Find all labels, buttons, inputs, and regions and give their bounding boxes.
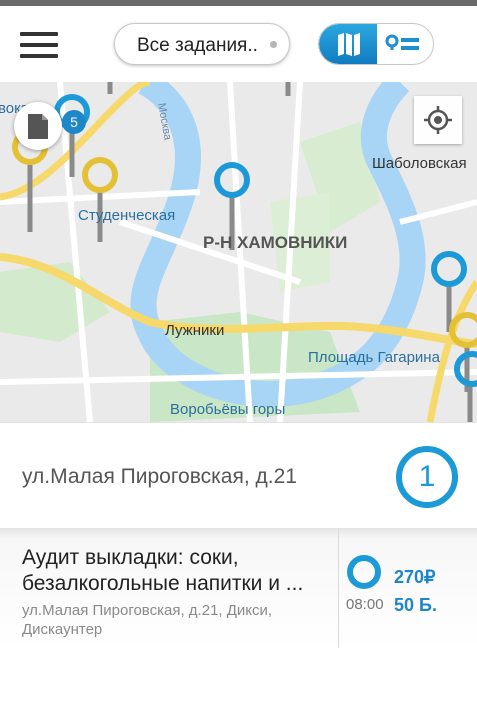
task-title: Аудит выкладки: соки, безалкогольные нап… — [22, 546, 304, 595]
document-icon — [28, 114, 48, 139]
task-price: 270₽ — [394, 567, 436, 587]
divider — [338, 528, 339, 648]
task-subtitle: ул.Малая Пироговская, д.21, Дикси, Диска… — [22, 602, 273, 638]
hamburger-menu-icon[interactable] — [20, 30, 58, 60]
crosshair-icon — [424, 106, 452, 134]
address-panel: ул.Малая Пироговская, д.21 1 — [0, 422, 477, 529]
map-label-luzhniki: Лужники — [165, 322, 225, 339]
map-label-shabolovskaya: Шаболовская — [372, 155, 467, 172]
top-toolbar: Все задания.. — [0, 6, 477, 82]
view-toggle — [318, 23, 434, 65]
map-label-studencheskaya: Студенческая — [78, 207, 176, 224]
task-time: 08:00 — [346, 596, 384, 613]
map-label-vorobyovy: Воробьёвы горы — [170, 401, 286, 418]
task-status-icon — [347, 555, 381, 589]
task-filter-dropdown[interactable]: Все задания.. — [114, 23, 290, 65]
map-view[interactable]: вокзал Москва Шаболовская Студенческая Р… — [0, 82, 477, 422]
map-pin[interactable] — [82, 157, 118, 242]
task-filter-label: Все задания.. — [137, 35, 258, 56]
task-points: 50 Б. — [394, 595, 437, 615]
address-text: ул.Малая Пироговская, д.21 — [22, 465, 297, 488]
task-list-item[interactable]: Аудит выкладки: соки, безалкогольные нап… — [0, 528, 477, 648]
map-label-district: Р-Н ХАМОВНИКИ — [203, 233, 348, 252]
task-count-circle: 1 — [396, 446, 458, 508]
my-location-button[interactable] — [414, 96, 462, 144]
documents-count-badge: 5 — [62, 110, 86, 134]
dropdown-indicator-icon — [270, 41, 277, 48]
documents-button[interactable]: 5 — [14, 102, 86, 150]
list-icon — [385, 34, 419, 50]
map-icon — [338, 33, 360, 56]
map-view-button[interactable] — [319, 24, 377, 64]
list-view-button[interactable] — [377, 24, 433, 64]
map-label-gagarina: Площадь Гагарина — [308, 349, 440, 366]
